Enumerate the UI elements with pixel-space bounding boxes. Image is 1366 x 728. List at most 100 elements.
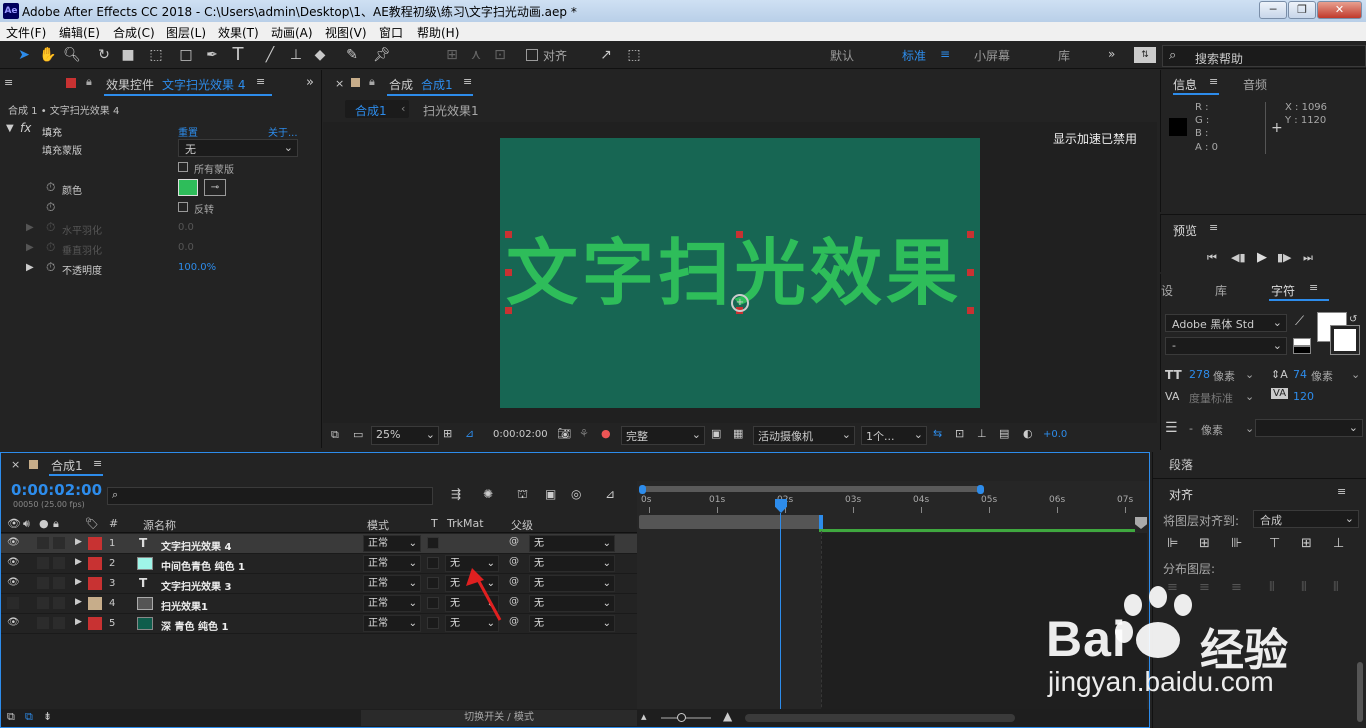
blend-mode-dropdown[interactable]: 正常 ⌄ xyxy=(363,575,421,592)
distribute-right-icon[interactable]: ⦀ xyxy=(1333,580,1339,595)
expand-arrow-icon[interactable]: ▶ xyxy=(75,537,82,547)
layer-row[interactable]: 👁︎ ▶ 5 深 青色 纯色 1 正常 ⌄ 无 ⌄ @ 无 ⌄ xyxy=(1,614,637,634)
solo-toggle[interactable] xyxy=(37,577,49,589)
resolution-dropdown[interactable]: 完整 ⌄ xyxy=(621,426,705,445)
sync-settings-icon[interactable]: ⇅ xyxy=(1134,47,1156,63)
expand-arrow-icon[interactable]: ▼ xyxy=(6,123,14,134)
tab-menu-icon[interactable]: ≡ xyxy=(463,75,472,88)
preserve-transparency-toggle[interactable] xyxy=(427,617,439,629)
timeline-icon[interactable]: ⊡ xyxy=(955,427,964,440)
bounding-handle[interactable] xyxy=(505,269,512,276)
toggle-switches-modes-button[interactable]: 切换开关 / 模式 xyxy=(361,710,637,726)
fill-color-swatch[interactable] xyxy=(178,179,198,196)
font-family-dropdown[interactable]: Adobe 黑体 Std ⌄ xyxy=(1165,314,1287,332)
region-of-interest-icon[interactable]: ⊿ xyxy=(465,427,474,440)
column-t[interactable]: T xyxy=(431,517,438,530)
monitor-icon[interactable]: ▭ xyxy=(353,428,363,441)
snapshot-icon[interactable]: 📷︎ xyxy=(557,427,571,440)
zoom-out-icon[interactable]: ▴ xyxy=(641,710,647,723)
first-frame-icon[interactable]: ⏮ xyxy=(1207,251,1217,265)
layer-name[interactable]: 深 青色 纯色 1 xyxy=(161,618,228,633)
distribute-hcenter-icon[interactable]: ⦀ xyxy=(1301,580,1307,595)
time-ruler[interactable]: 0s01s02s03s04s05s06s07s xyxy=(637,495,1149,513)
view-axis-icon[interactable]: ⊡ xyxy=(490,45,510,65)
swap-colors-icon[interactable]: ↺ xyxy=(1349,314,1357,325)
layer-search-input[interactable]: ⌕ xyxy=(107,487,433,505)
chevron-down-icon[interactable]: ⌄ xyxy=(1245,390,1254,403)
eye-icon[interactable]: 👁︎ xyxy=(7,557,20,568)
parent-dropdown[interactable]: 无 ⌄ xyxy=(529,535,615,552)
puppet-pin-tool-icon[interactable]: 📌︎ xyxy=(372,45,392,65)
tab-audio[interactable]: 音频 xyxy=(1243,76,1267,93)
lock-toggle[interactable] xyxy=(53,577,65,589)
hand-tool-icon[interactable]: ✋ xyxy=(38,45,58,65)
zoom-slider-thumb[interactable] xyxy=(677,713,686,722)
align-left-icon[interactable]: ⊫ xyxy=(1167,536,1178,551)
bounding-handle[interactable] xyxy=(736,231,743,238)
font-style-dropdown[interactable]: - ⌄ xyxy=(1165,337,1287,355)
expand-arrow-icon[interactable]: ▶ xyxy=(26,262,34,273)
transparency-grid-icon[interactable]: ▦ xyxy=(733,427,743,440)
blend-mode-dropdown[interactable]: 正常 ⌄ xyxy=(363,555,421,572)
parent-dropdown[interactable]: 无 ⌄ xyxy=(529,555,615,572)
stroke-width-value[interactable]: - xyxy=(1189,422,1193,435)
fast-preview-icon[interactable]: ▣ xyxy=(711,427,721,440)
label-header-icon[interactable]: 🏷︎ xyxy=(85,517,99,530)
menu-effect[interactable]: 效果(T) xyxy=(218,24,259,41)
all-masks-checkbox[interactable] xyxy=(178,162,188,172)
layer-row[interactable]: 👁︎ ▶ 1 T 文字扫光效果 4 正常 ⌄ @ 无 ⌄ xyxy=(1,534,637,554)
pick-whip-icon[interactable]: @ xyxy=(509,616,519,627)
stopwatch-icon[interactable]: ⏱︎ xyxy=(46,200,55,215)
blend-mode-dropdown[interactable]: 正常 ⌄ xyxy=(363,535,421,552)
layer-label-color[interactable] xyxy=(88,617,102,630)
lock-toggle[interactable] xyxy=(53,597,65,609)
parent-dropdown[interactable]: 无 ⌄ xyxy=(529,595,615,612)
distribute-bottom-icon[interactable]: ≡ xyxy=(1231,580,1242,595)
trkmat-dropdown[interactable]: 无 ⌄ xyxy=(445,555,499,572)
blend-mode-dropdown[interactable]: 正常 ⌄ xyxy=(363,615,421,632)
trkmat-dropdown[interactable]: 无 ⌄ xyxy=(445,575,499,592)
navigator-end-handle[interactable] xyxy=(977,485,984,494)
eraser-tool-icon[interactable]: ◆ xyxy=(310,45,330,65)
eye-icon[interactable]: 👁︎ xyxy=(7,577,20,588)
lock-toggle[interactable] xyxy=(53,537,65,549)
solo-toggle[interactable] xyxy=(37,597,49,609)
blend-mode-dropdown[interactable]: 正常 ⌄ xyxy=(363,595,421,612)
transfer-controls-icon[interactable]: ⧉ xyxy=(25,710,33,724)
next-frame-icon[interactable]: ▮▶ xyxy=(1277,251,1292,264)
fill-mask-dropdown[interactable]: 无 ⌄ xyxy=(178,139,298,157)
roto-brush-tool-icon[interactable]: ✎ xyxy=(342,45,362,65)
world-axis-icon[interactable]: ⋏ xyxy=(466,45,486,65)
black-swatch[interactable] xyxy=(1293,346,1311,354)
column-parent[interactable]: 父级 xyxy=(511,517,533,533)
last-frame-icon[interactable]: ⏭ xyxy=(1303,251,1313,265)
anchor-point-icon[interactable]: + xyxy=(731,294,749,312)
bounding-handle[interactable] xyxy=(967,231,974,238)
lock-toggle[interactable] xyxy=(53,557,65,569)
trkmat-dropdown[interactable]: 无 ⌄ xyxy=(445,615,499,632)
audio-header-icon[interactable]: 🔊︎ xyxy=(23,517,30,531)
menu-view[interactable]: 视图(V) xyxy=(325,24,367,41)
timeline-tab-name[interactable]: 合成1 xyxy=(51,457,83,474)
navigator-start-handle[interactable] xyxy=(639,485,646,494)
pick-whip-icon[interactable]: @ xyxy=(509,556,519,567)
expand-arrow-icon[interactable]: ▶ xyxy=(75,557,82,567)
zoom-tool-icon[interactable]: 🔍︎ xyxy=(62,45,82,65)
playhead-line[interactable] xyxy=(780,513,781,727)
eyedropper-icon[interactable]: ⊸ xyxy=(204,179,226,196)
layer-label-color[interactable] xyxy=(88,597,102,610)
expand-arrow-icon[interactable]: ▶ xyxy=(75,577,82,587)
align-horizontal-center-icon[interactable]: ⊞ xyxy=(1199,536,1210,551)
bounding-handle[interactable] xyxy=(967,307,974,314)
time-navigator[interactable] xyxy=(641,486,981,492)
layer-name[interactable]: 文字扫光效果 3 xyxy=(161,578,231,593)
tab-menu-icon[interactable]: ≡ xyxy=(1209,75,1218,88)
menu-edit[interactable]: 编辑(E) xyxy=(59,24,100,41)
align-to-dropdown[interactable]: 合成 ⌄ xyxy=(1253,510,1359,528)
workspace-small-screen[interactable]: 小屏幕 xyxy=(974,47,1010,64)
tab-character[interactable]: 字符 xyxy=(1271,282,1295,299)
pick-whip-icon[interactable]: @ xyxy=(509,596,519,607)
layer-name[interactable]: 扫光效果1 xyxy=(161,598,208,613)
tab-settings[interactable]: 设 xyxy=(1161,282,1173,299)
parent-dropdown[interactable]: 无 ⌄ xyxy=(529,575,615,592)
